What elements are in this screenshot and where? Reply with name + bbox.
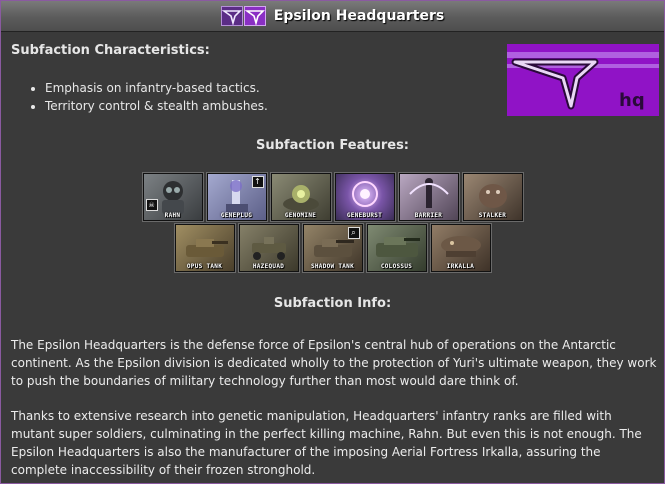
epsilon-logo-icon — [220, 6, 243, 26]
features-row-2: OPUS TANK HAZEQUAD ⌕ SHADOW TANK COLOSSU… — [1, 224, 664, 272]
feature-tile-irkalla[interactable]: IRKALLA — [430, 224, 491, 272]
feature-label: BARRIER — [414, 212, 443, 219]
feature-tile-geneburst[interactable]: GENEBURST — [334, 173, 395, 221]
feature-label: GENEBURST — [346, 212, 383, 219]
feature-label: OPUS TANK — [186, 263, 223, 270]
feature-label: IRKALLA — [446, 263, 475, 270]
feature-tile-stalker[interactable]: STALKER — [462, 173, 523, 221]
info-heading: Subfaction Info: — [273, 296, 392, 311]
title-bar: Epsilon Headquarters — [1, 1, 664, 32]
characteristics-list: Emphasis on infantry-based tactics. Terr… — [29, 79, 268, 115]
feature-tile-shadow-tank[interactable]: ⌕ SHADOW TANK — [302, 224, 363, 272]
magnifier-icon: ⌕ — [347, 227, 360, 239]
feature-label: RAHN — [164, 212, 181, 219]
faction-panel: Epsilon Headquarters Subfaction Characte… — [0, 0, 665, 484]
feature-label: COLOSSUS — [380, 263, 413, 270]
feature-label: HAZEQUAD — [252, 263, 285, 270]
characteristics-heading: Subfaction Characteristics: — [11, 43, 210, 58]
list-item: Territory control & stealth ambushes. — [45, 97, 268, 115]
hq-banner-logo: hq — [507, 44, 659, 116]
features-heading: Subfaction Features: — [255, 138, 410, 153]
hq-emblem-icon: hq — [507, 52, 659, 111]
feature-label: SHADOW TANK — [310, 263, 355, 270]
feature-tile-opus-tank[interactable]: OPUS TANK — [174, 224, 235, 272]
info-paragraph-1: The Epsilon Headquarters is the defense … — [11, 338, 657, 388]
epsilon-hq-logo-icon — [243, 6, 266, 26]
window-title: Epsilon Headquarters — [273, 8, 445, 24]
feature-tile-genomine[interactable]: GENOMINE — [270, 173, 331, 221]
skull-icon: ☠ — [145, 199, 158, 211]
list-item: Emphasis on infantry-based tactics. — [45, 79, 268, 97]
feature-label: STALKER — [478, 212, 507, 219]
upgrade-arrow-icon: ↑ — [251, 176, 264, 188]
feature-label: GENOMINE — [284, 212, 317, 219]
feature-tile-colossus[interactable]: COLOSSUS — [366, 224, 427, 272]
feature-tile-geneplug[interactable]: ↑ GENEPLUG — [206, 173, 267, 221]
feature-label: GENEPLUG — [220, 212, 253, 219]
feature-tile-barrier[interactable]: BARRIER — [398, 173, 459, 221]
features-row-1: ☠ RAHN ↑ GENEPLUG GENOMINE GENEBURST BAR… — [1, 173, 664, 221]
feature-tile-rahn[interactable]: ☠ RAHN — [142, 173, 203, 221]
info-paragraph-2: Thanks to extensive research into geneti… — [11, 409, 642, 477]
feature-tile-hazequad[interactable]: HAZEQUAD — [238, 224, 299, 272]
hq-logo-text: hq — [619, 90, 645, 111]
